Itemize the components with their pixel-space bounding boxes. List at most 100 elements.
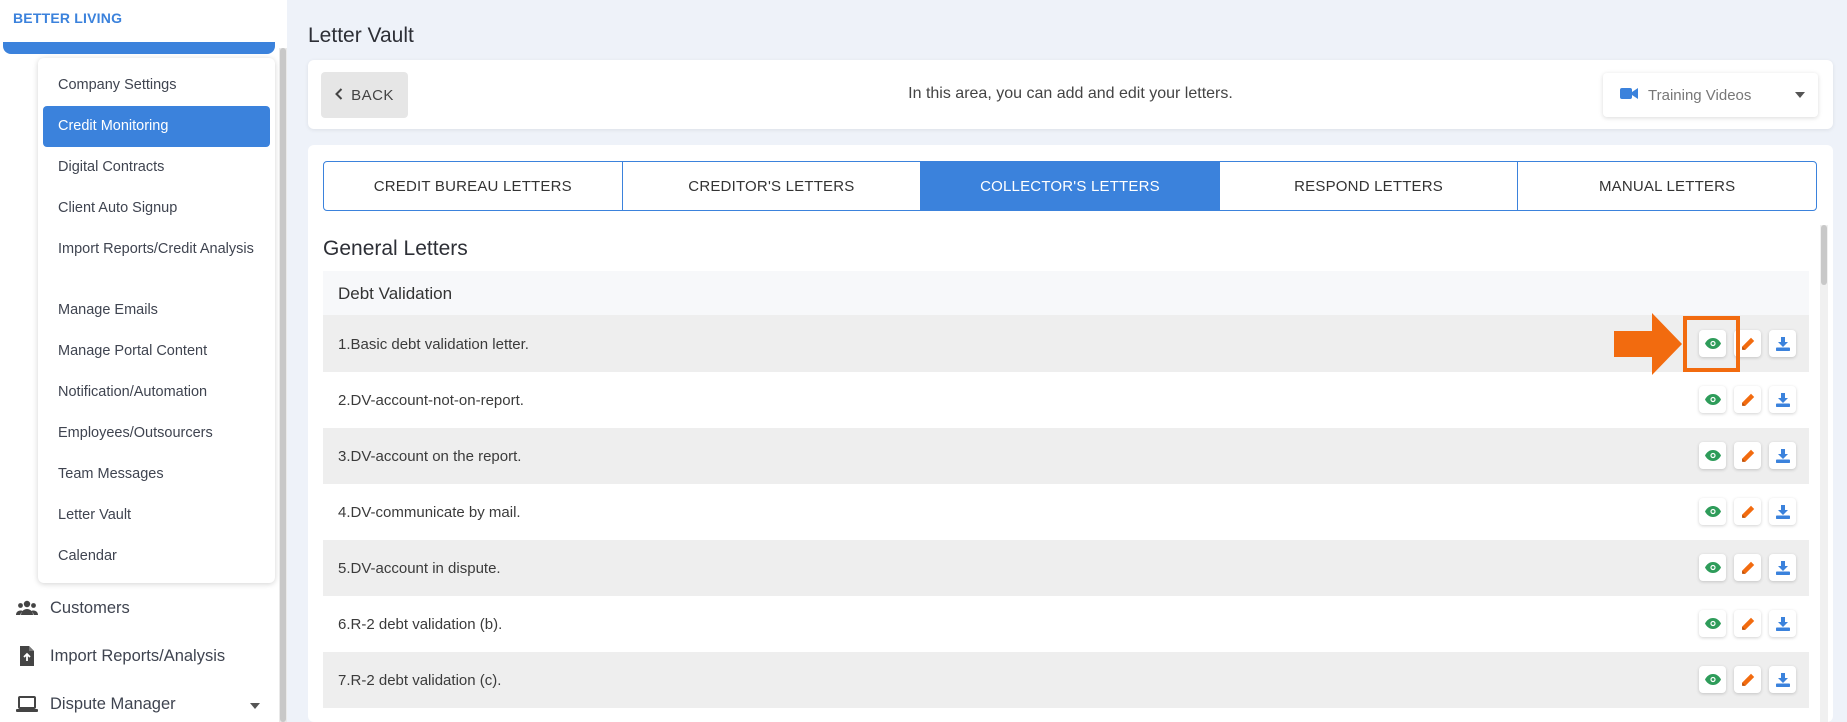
pencil-icon (1741, 505, 1754, 518)
letter-name: 5.DV-account in dispute. (338, 559, 501, 577)
table-row: 4.DV-communicate by mail. (323, 484, 1809, 540)
table-row: 3.DV-account on the report. (323, 428, 1809, 484)
laptop-icon (16, 693, 38, 715)
chevron-down-icon (1795, 92, 1805, 98)
view-button[interactable] (1699, 610, 1726, 637)
sidebar: BETTER LIVING Company Settings Credit Mo… (0, 0, 287, 722)
download-icon (1775, 448, 1790, 463)
submenu-calendar[interactable]: Calendar (43, 536, 270, 577)
nav-customers[interactable]: Customers (16, 593, 130, 623)
view-button[interactable] (1699, 554, 1726, 581)
download-icon (1775, 672, 1790, 687)
download-button[interactable] (1769, 498, 1796, 525)
nav-dispute-manager[interactable]: Dispute Manager (16, 689, 176, 719)
section-title: General Letters (323, 237, 468, 260)
view-button[interactable] (1699, 666, 1726, 693)
pencil-icon (1741, 393, 1754, 406)
submenu-digital-contracts[interactable]: Digital Contracts (43, 147, 270, 188)
sidebar-scrollbar-thumb[interactable] (280, 48, 286, 722)
eye-icon (1704, 618, 1721, 629)
chevron-left-icon (335, 87, 343, 104)
pencil-icon (1741, 617, 1754, 630)
row-actions (1699, 330, 1796, 357)
back-button-label: BACK (351, 86, 394, 104)
download-button[interactable] (1769, 666, 1796, 693)
tab-credit-bureau-letters[interactable]: CREDIT BUREAU LETTERS (324, 162, 623, 210)
submenu-team-messages[interactable]: Team Messages (43, 454, 270, 495)
download-button[interactable] (1769, 610, 1796, 637)
group-header[interactable]: Debt Validation (323, 271, 1809, 316)
row-actions (1699, 554, 1796, 581)
submenu-notification-automation[interactable]: Notification/Automation (43, 372, 270, 413)
submenu-employees-outsourcers[interactable]: Employees/Outsourcers (43, 413, 270, 454)
submenu-client-auto-signup[interactable]: Client Auto Signup (43, 188, 270, 229)
submenu-company-settings[interactable]: Company Settings (43, 65, 270, 106)
letter-name: 2.DV-account-not-on-report. (338, 391, 524, 409)
view-button[interactable] (1699, 330, 1726, 357)
table-row: 6.R-2 debt validation (b). (323, 596, 1809, 652)
back-button[interactable]: BACK (321, 72, 408, 118)
letter-name: 7.R-2 debt validation (c). (338, 671, 502, 689)
download-button[interactable] (1769, 330, 1796, 357)
submenu-import-reports[interactable]: Import Reports/Credit Analysis (43, 229, 270, 290)
view-button[interactable] (1699, 442, 1726, 469)
content-scrollbar-track[interactable] (1820, 225, 1828, 722)
brand-name[interactable]: BETTER LIVING (13, 10, 122, 26)
download-icon (1775, 560, 1790, 575)
tab-collectors-letters[interactable]: COLLECTOR'S LETTERS (921, 162, 1220, 210)
letter-name: 1.Basic debt validation letter. (338, 335, 529, 353)
nav-dispute-manager-label: Dispute Manager (50, 694, 176, 713)
edit-button[interactable] (1734, 610, 1761, 637)
row-actions (1699, 610, 1796, 637)
download-icon (1775, 504, 1790, 519)
row-actions (1699, 498, 1796, 525)
tab-manual-letters[interactable]: MANUAL LETTERS (1518, 162, 1816, 210)
letter-name: 4.DV-communicate by mail. (338, 503, 521, 521)
view-button[interactable] (1699, 498, 1726, 525)
training-videos-label: Training Videos (1648, 86, 1752, 104)
edit-button[interactable] (1734, 666, 1761, 693)
settings-menu-header[interactable] (3, 42, 275, 54)
pencil-icon (1741, 673, 1754, 686)
tab-respond-letters[interactable]: RESPOND LETTERS (1220, 162, 1519, 210)
top-toolbar: BACK In this area, you can add and edit … (308, 60, 1833, 129)
eye-icon (1704, 338, 1721, 349)
table-row: 1.Basic debt validation letter. (323, 316, 1809, 372)
table-row: 7.R-2 debt validation (c). (323, 652, 1809, 708)
download-button[interactable] (1769, 554, 1796, 581)
pencil-icon (1741, 561, 1754, 574)
tab-creditors-letters[interactable]: CREDITOR'S LETTERS (623, 162, 922, 210)
download-icon (1775, 336, 1790, 351)
nav-import-reports[interactable]: Import Reports/Analysis (16, 641, 225, 671)
row-actions (1699, 666, 1796, 693)
eye-icon (1704, 506, 1721, 517)
eye-icon (1704, 674, 1721, 685)
table-row: 5.DV-account in dispute. (323, 540, 1809, 596)
pencil-icon (1741, 337, 1754, 350)
file-import-icon (16, 645, 38, 667)
chevron-down-icon[interactable] (250, 703, 260, 709)
submenu-manage-emails[interactable]: Manage Emails (43, 290, 270, 331)
download-button[interactable] (1769, 386, 1796, 413)
nav-customers-label: Customers (50, 598, 130, 617)
edit-button[interactable] (1734, 554, 1761, 581)
submenu-credit-monitoring[interactable]: Credit Monitoring (43, 106, 270, 147)
eye-icon (1704, 562, 1721, 573)
edit-button[interactable] (1734, 498, 1761, 525)
eye-icon (1704, 450, 1721, 461)
row-actions (1699, 386, 1796, 413)
training-videos-dropdown[interactable]: Training Videos (1603, 73, 1818, 117)
row-actions (1699, 442, 1796, 469)
edit-button[interactable] (1734, 442, 1761, 469)
submenu-letter-vault[interactable]: Letter Vault (43, 495, 270, 536)
letter-group: Debt Validation 1.Basic debt validation … (323, 271, 1809, 708)
download-icon (1775, 616, 1790, 631)
video-camera-icon (1620, 87, 1638, 104)
view-button[interactable] (1699, 386, 1726, 413)
page-title: Letter Vault (308, 24, 414, 47)
content-scrollbar-thumb[interactable] (1821, 225, 1827, 285)
download-button[interactable] (1769, 442, 1796, 469)
edit-button[interactable] (1734, 386, 1761, 413)
edit-button[interactable] (1734, 330, 1761, 357)
submenu-manage-portal-content[interactable]: Manage Portal Content (43, 331, 270, 372)
